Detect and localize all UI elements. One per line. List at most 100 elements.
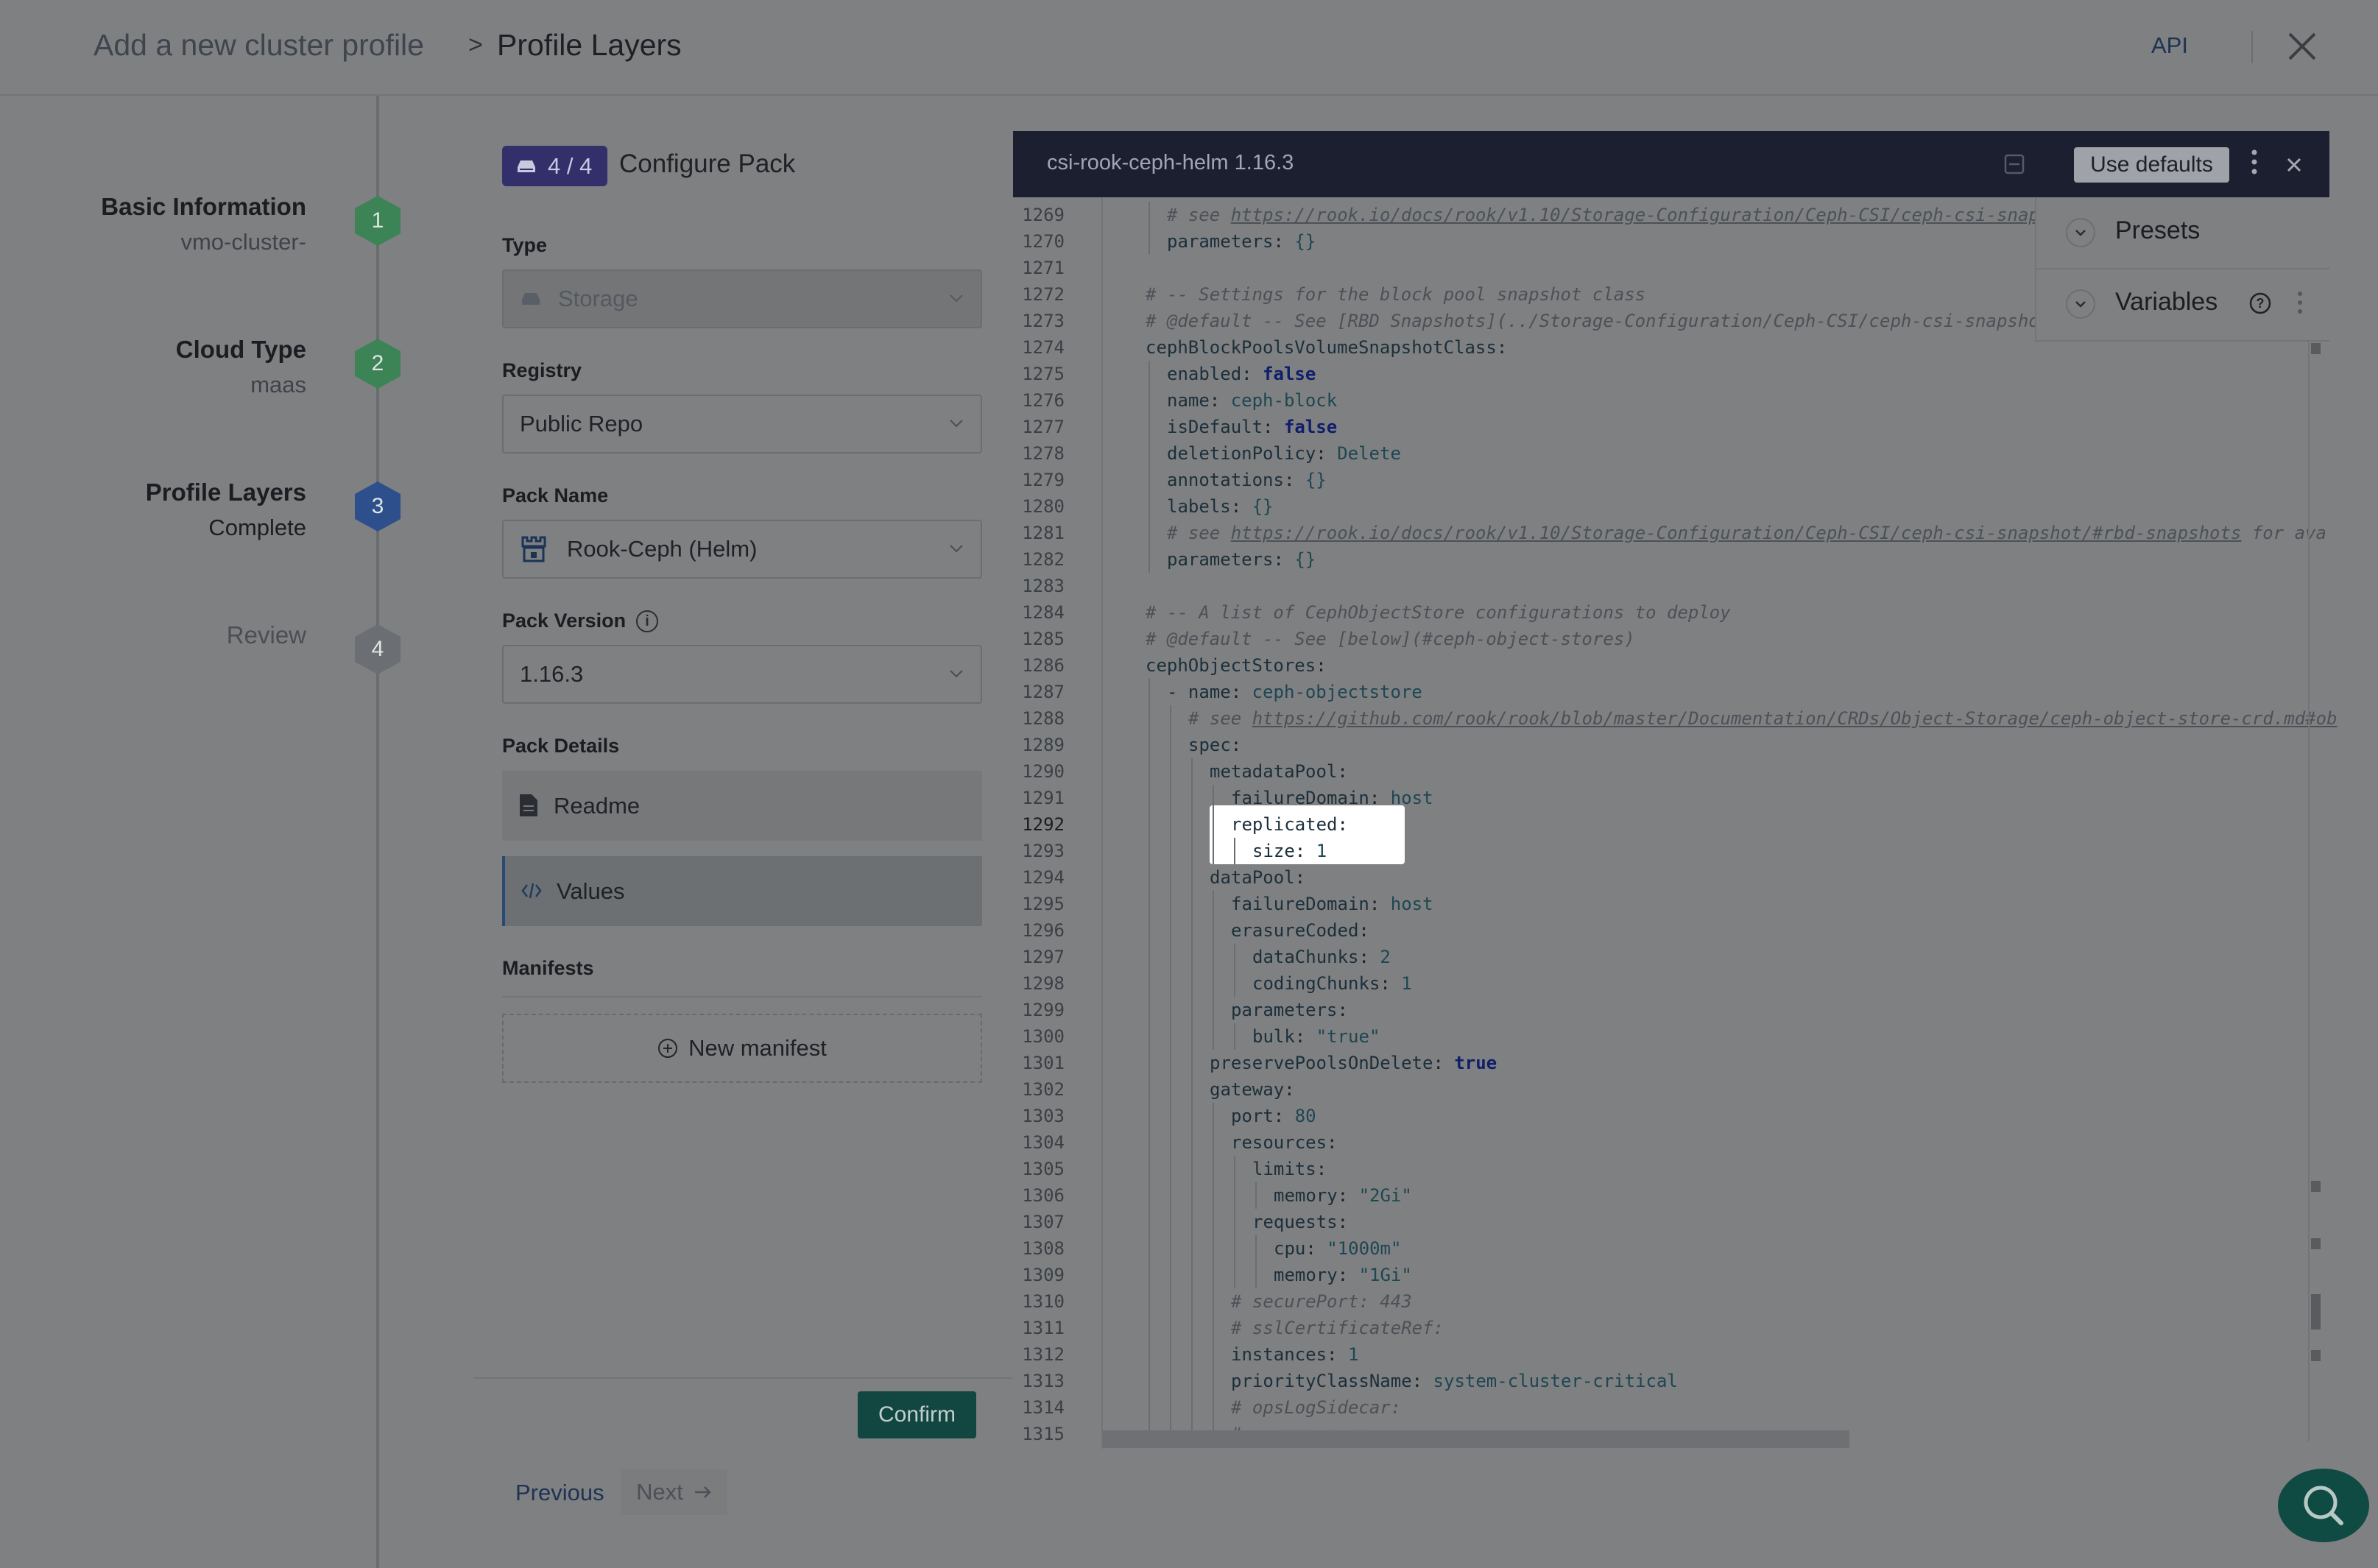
- indent-guide: [1234, 944, 1235, 970]
- chevron-down-icon[interactable]: [2066, 289, 2095, 319]
- indent-guide: [1170, 864, 1171, 891]
- line-number: 1292: [1022, 814, 1065, 835]
- code-token: :: [1230, 682, 1252, 702]
- code-token: annotations: [1167, 470, 1284, 490]
- code-token: :: [1263, 417, 1284, 437]
- step-title[interactable]: Cloud Type: [176, 336, 306, 364]
- indent-guide: [1191, 891, 1193, 917]
- pack-name-select[interactable]: Rook-Ceph (Helm): [502, 520, 982, 579]
- registry-select[interactable]: Public Repo: [502, 395, 982, 453]
- code-line: # sslCertificateRef:: [1231, 1318, 1444, 1338]
- code-line: size: 1: [1252, 841, 1327, 861]
- code-token: gateway: [1210, 1079, 1285, 1100]
- close-icon[interactable]: [2282, 27, 2322, 66]
- code-token: https://github.com/rook/rook/blob/master…: [1252, 708, 2338, 729]
- scroll-thumb[interactable]: [2311, 1294, 2321, 1329]
- code-line: priorityClassName: system-cluster-critic…: [1231, 1371, 1678, 1391]
- code-line: cpu: "1000m": [1274, 1238, 1401, 1259]
- step-title[interactable]: Basic Information: [101, 193, 306, 221]
- code-token: ceph-objectstore: [1252, 682, 1422, 702]
- code-line: parameters: {}: [1167, 231, 1316, 252]
- vertical-scrollbar[interactable]: [2308, 197, 2310, 1441]
- breadcrumb-root[interactable]: Add a new cluster profile: [94, 28, 424, 63]
- next-button[interactable]: Next: [621, 1469, 727, 1515]
- code-line: enabled: false: [1167, 364, 1316, 384]
- code-token: :: [1337, 1000, 1348, 1020]
- step-title[interactable]: Profile Layers: [146, 478, 306, 506]
- indent-guide: [1149, 1209, 1150, 1235]
- indent-guide: [1149, 970, 1150, 997]
- indent-guide: [1170, 811, 1171, 838]
- horizontal-scrollbar[interactable]: [1103, 1430, 1849, 1448]
- editor-title: csi-rook-ceph-helm 1.16.3: [1047, 151, 1294, 174]
- variables-menu-icon[interactable]: [2297, 290, 2303, 315]
- code-token: :: [1316, 1159, 1327, 1179]
- indent-guide: [1149, 732, 1150, 758]
- code-token: priorityClassName: [1231, 1371, 1412, 1391]
- code-token: parameters: [1167, 231, 1274, 252]
- indent-guide: [1149, 440, 1150, 467]
- code-line: replicated:: [1231, 814, 1348, 835]
- line-number: 1279: [1022, 470, 1065, 490]
- new-manifest-button[interactable]: New manifest: [502, 1014, 982, 1083]
- confirm-button[interactable]: Confirm: [858, 1391, 976, 1438]
- code-token: :: [1369, 894, 1391, 914]
- help-search-fab[interactable]: [2278, 1469, 2369, 1542]
- line-number: 1311: [1022, 1318, 1065, 1338]
- code-line: cephObjectStores:: [1146, 655, 1327, 676]
- indent-guide: [1170, 1156, 1171, 1182]
- indent-guide: [1213, 1209, 1214, 1235]
- code-token: enabled: [1167, 364, 1242, 384]
- use-defaults-button[interactable]: Use defaults: [2074, 147, 2229, 183]
- code-token: :: [1358, 947, 1380, 967]
- code-token: codingChunks: [1252, 973, 1380, 994]
- indent-guide: [1191, 811, 1193, 838]
- code-line: gateway:: [1210, 1079, 1295, 1100]
- code-line: resources:: [1231, 1132, 1338, 1153]
- indent-guide: [1149, 493, 1150, 520]
- code-token: for ava: [2241, 523, 2326, 543]
- help-icon[interactable]: ?: [2248, 292, 2272, 315]
- code-token: :: [1305, 1238, 1327, 1259]
- indent-guide: [1170, 732, 1171, 758]
- code-token: deletionPolicy: [1167, 443, 1316, 464]
- editor-close-icon[interactable]: [2282, 152, 2307, 177]
- code-line: # see https://rook.io/docs/rook/v1.10/St…: [1167, 523, 2326, 543]
- code-token: :: [1273, 1106, 1295, 1126]
- indent-guide: [1149, 838, 1150, 864]
- code-token: size: [1252, 841, 1295, 861]
- code-line: cephBlockPoolsVolumeSnapshotClass:: [1146, 337, 1507, 358]
- line-number: 1293: [1022, 841, 1065, 861]
- chevron-down-icon[interactable]: [2066, 218, 2095, 247]
- step-title[interactable]: Review: [227, 621, 306, 649]
- scroll-marker: [2311, 1350, 2321, 1361]
- indent-guide: [1149, 1023, 1150, 1050]
- api-link[interactable]: API: [2151, 32, 2188, 59]
- code-token: {}: [1294, 231, 1316, 252]
- readme-tab[interactable]: Readme: [502, 771, 982, 841]
- code-token: name: [1167, 390, 1210, 411]
- wizard-rail: [376, 96, 379, 1568]
- code-line: preservePoolsOnDelete: true: [1210, 1053, 1497, 1073]
- step-number-badge: 2: [355, 339, 401, 389]
- code-token: https://rook.io/docs/rook/v1.10/Storage-…: [1230, 523, 2242, 543]
- code-line: failureDomain: host: [1231, 894, 1433, 914]
- values-tab[interactable]: Values: [502, 856, 982, 926]
- code-token: failureDomain: [1231, 894, 1369, 914]
- code-line: isDefault: false: [1167, 417, 1337, 437]
- code-line: # -- A list of CephObjectStore configura…: [1146, 602, 1731, 623]
- breadcrumb-separator: >: [468, 31, 483, 59]
- chevron-down-icon: [950, 545, 963, 553]
- code-token: "1000m": [1327, 1238, 1402, 1259]
- indent-guide: [1191, 1262, 1193, 1288]
- collapse-icon[interactable]: [2003, 152, 2026, 176]
- pack-panel-title: Configure Pack: [619, 149, 796, 178]
- info-icon[interactable]: i: [636, 610, 658, 632]
- pack-version-select[interactable]: 1.16.3: [502, 645, 982, 704]
- previous-button[interactable]: Previous: [515, 1480, 604, 1506]
- editor-menu-icon[interactable]: [2251, 149, 2257, 175]
- indent-guide: [1149, 202, 1150, 228]
- indent-guide: [1213, 1368, 1214, 1394]
- indent-guide: [1191, 1209, 1193, 1235]
- indent-guide: [1149, 1368, 1150, 1394]
